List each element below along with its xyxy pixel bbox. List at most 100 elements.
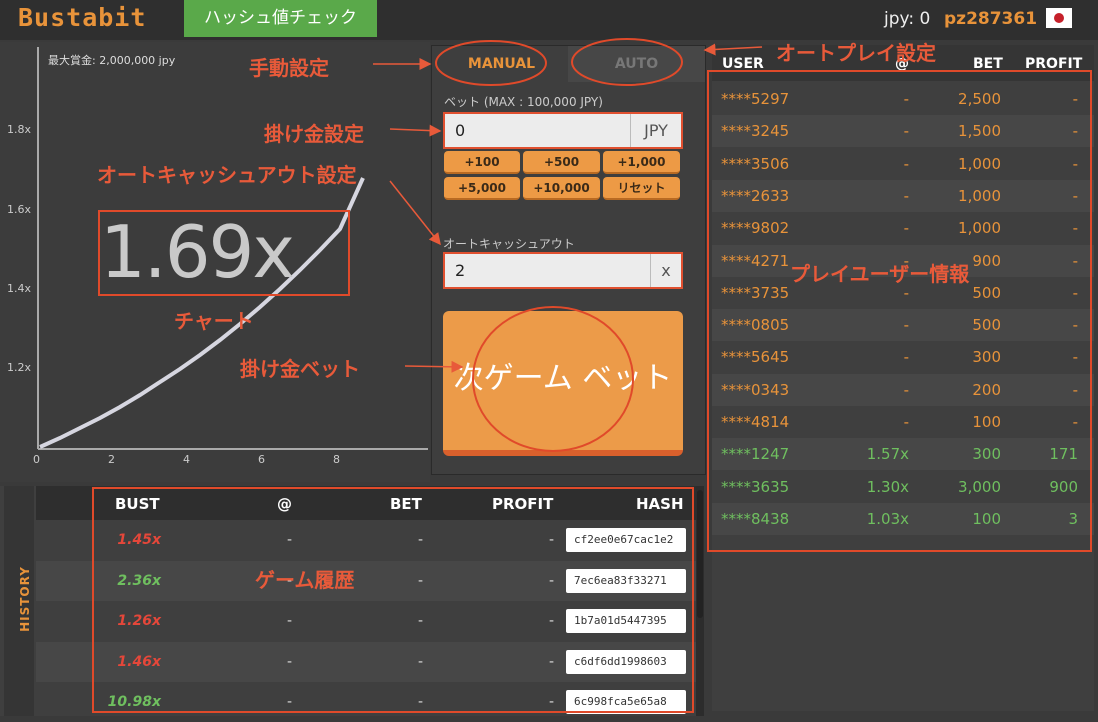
player-user: ****3245 xyxy=(721,122,790,141)
player-profit: 171 xyxy=(1049,445,1078,464)
annotation-player-info: プレイユーザー情報 xyxy=(790,262,970,286)
player-profit: 3 xyxy=(1068,509,1078,528)
history-row: 1.45x - - - cf2ee0e67cac1e2 xyxy=(36,520,696,560)
history-bet: - xyxy=(417,613,423,629)
player-row: ****5297 - 2,500 - xyxy=(712,83,1094,115)
player-profit: - xyxy=(1072,186,1078,205)
player-user: ****3506 xyxy=(721,154,790,173)
player-profit: - xyxy=(1072,413,1078,431)
history-side-tab[interactable]: HISTORY xyxy=(4,486,34,716)
player-bet: 3,000 xyxy=(958,477,1001,496)
col-bet: BET xyxy=(973,56,1003,72)
col-profit: PROFIT xyxy=(1025,56,1083,72)
place-bet-button[interactable]: 次ゲーム ベット xyxy=(443,311,683,456)
player-bet: 100 xyxy=(972,509,1001,528)
tab-manual[interactable]: MANUAL xyxy=(438,46,565,82)
player-at: - xyxy=(903,122,909,141)
history-row: 1.46x - - - c6df6dd1998603 xyxy=(36,641,696,682)
player-at: - xyxy=(903,186,909,205)
player-row: ****3506 - 1,000 - xyxy=(712,148,1094,180)
player-at: - xyxy=(903,90,909,108)
annotation-bet-setting: 掛け金設定 xyxy=(264,122,364,146)
autocash-value: 2 xyxy=(455,261,466,280)
history-hash-field[interactable]: 6c998fca5e65a8 xyxy=(566,690,686,714)
history-scroll-thumb[interactable] xyxy=(697,490,703,618)
player-user: ****5645 xyxy=(721,348,790,367)
history-hash-field[interactable]: cf2ee0e67cac1e2 xyxy=(566,528,686,552)
player-profit: - xyxy=(1072,283,1078,302)
annotation-bet: 掛け金ベット xyxy=(240,357,360,381)
player-profit: 900 xyxy=(1049,477,1078,496)
player-at: - xyxy=(903,413,909,431)
player-user: ****8438 xyxy=(721,509,790,528)
player-row: ****8438 1.03x 100 3 xyxy=(712,502,1094,535)
logo[interactable]: Bustabit xyxy=(18,3,146,32)
player-at: - xyxy=(903,380,909,399)
current-multiplier: 1.69x xyxy=(100,210,295,294)
player-bet: 300 xyxy=(972,348,1001,367)
autocash-input[interactable]: 2 x xyxy=(443,252,683,289)
history-bet: - xyxy=(417,572,423,589)
history-bet: - xyxy=(417,532,423,548)
player-user: ****4814 xyxy=(721,413,790,431)
history-bust: 1.46x xyxy=(117,653,161,670)
player-user: ****4271 xyxy=(721,251,790,270)
y-tick-label: 1.8x xyxy=(7,123,31,136)
history-at: - xyxy=(286,694,292,710)
x-tick-label: 4 xyxy=(183,453,190,466)
japan-flag-icon[interactable] xyxy=(1046,8,1072,28)
bet-amount-value: 0 xyxy=(455,121,466,140)
history-profit: - xyxy=(548,532,554,548)
tab-auto[interactable]: AUTO xyxy=(568,46,705,82)
username[interactable]: pz287361 xyxy=(944,9,1037,29)
col-at: @ xyxy=(277,495,292,513)
player-bet: 1,000 xyxy=(958,219,1001,238)
hash-check-button[interactable]: ハッシュ値チェック xyxy=(184,0,377,37)
history-bust: 1.26x xyxy=(117,613,161,629)
player-bet: 900 xyxy=(972,251,1001,270)
autocash-unit: x xyxy=(650,254,681,287)
history-at: - xyxy=(286,653,292,670)
history-row: 1.26x - - -1b7a01d5447395 xyxy=(36,601,696,641)
flag-sun xyxy=(1054,13,1064,23)
y-tick-label: 1.2x xyxy=(7,361,31,374)
col-bust: BUST xyxy=(115,495,160,513)
bet-amount-input[interactable]: 0 JPY xyxy=(443,112,683,149)
player-bet: 2,500 xyxy=(958,90,1001,108)
player-user: ****3735 xyxy=(721,283,790,302)
history-profit: - xyxy=(548,572,554,589)
history-hash-field[interactable]: 7ec6ea83f33271 xyxy=(566,568,686,593)
player-profit: - xyxy=(1072,380,1078,399)
player-bet: 1,000 xyxy=(958,154,1001,173)
player-bet: 100 xyxy=(972,413,1001,431)
player-row: ****0343 - 200 - xyxy=(712,373,1094,406)
player-row: ****3245 - 1,500 - xyxy=(712,115,1094,148)
player-bet: 1,500 xyxy=(958,122,1001,141)
player-row: ****0805 - 500 - xyxy=(712,309,1094,342)
player-profit: - xyxy=(1072,348,1078,367)
history-at: - xyxy=(286,613,292,629)
player-row: ****5645 - 300 - xyxy=(712,341,1094,373)
autocash-label: オートキャッシュアウト xyxy=(443,237,575,251)
chip-plus-100[interactable]: +100 xyxy=(444,151,520,174)
player-user: ****5297 xyxy=(721,90,790,108)
history-bet: - xyxy=(417,653,423,670)
history-hash-field[interactable]: c6df6dd1998603 xyxy=(566,649,686,674)
annotation-chart: チャート xyxy=(174,309,254,333)
chip-plus-10000[interactable]: +10,000 xyxy=(523,177,600,200)
chip-plus-500[interactable]: +500 xyxy=(523,151,600,174)
player-profit: - xyxy=(1072,90,1078,108)
history-hash-field[interactable]: 1b7a01d5447395 xyxy=(566,609,686,633)
player-bet: 500 xyxy=(972,316,1001,335)
y-tick-label: 1.6x xyxy=(7,203,31,216)
history-profit: - xyxy=(548,653,554,670)
player-at: - xyxy=(903,348,909,367)
history-scrollbar[interactable] xyxy=(696,486,704,716)
chip-plus-5000[interactable]: +5,000 xyxy=(444,177,520,200)
history-bet: - xyxy=(417,694,423,710)
chip-reset[interactable]: リセット xyxy=(603,177,680,200)
history-bust: 1.45x xyxy=(117,532,161,548)
player-user: ****2633 xyxy=(721,186,790,205)
chip-plus-1000[interactable]: +1,000 xyxy=(603,151,680,174)
player-row: ****2633 - 1,000 - xyxy=(712,179,1094,212)
